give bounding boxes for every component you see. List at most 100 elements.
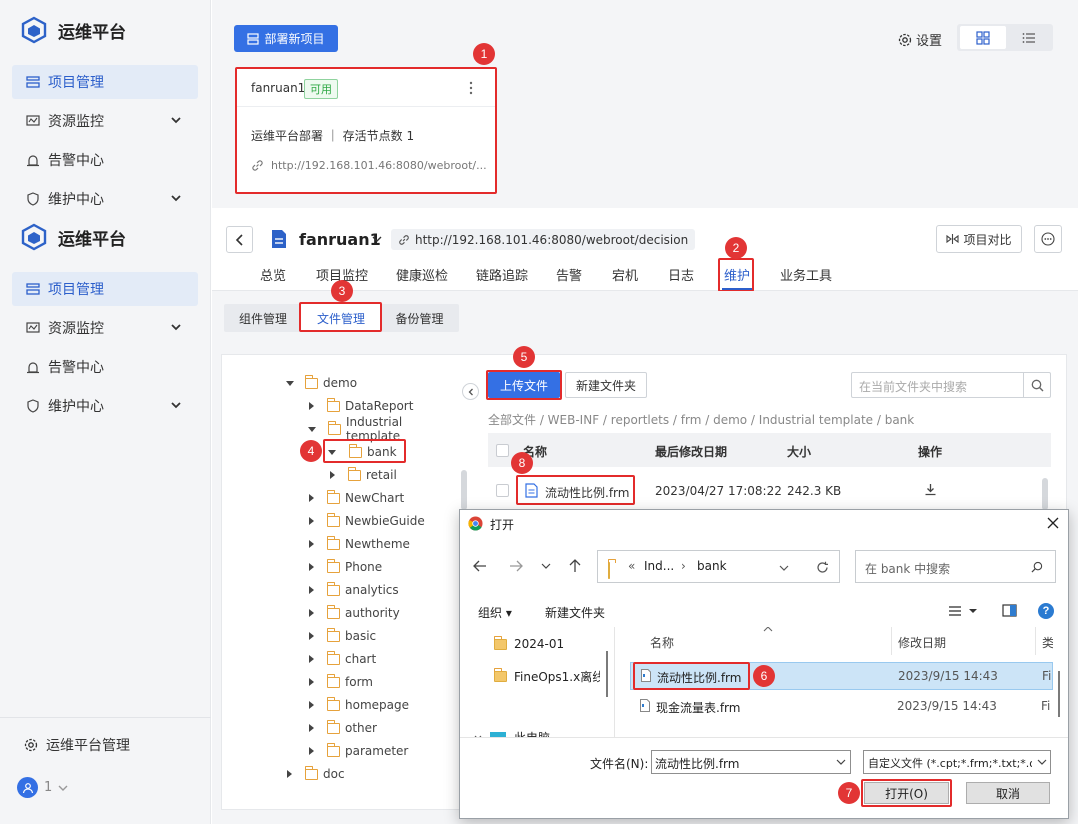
step-badge-3: 3	[331, 280, 353, 302]
dialog-search-input[interactable]: 在 bank 中搜索	[855, 550, 1056, 583]
tree-item[interactable]: DataReport	[309, 397, 413, 415]
project-switch-chevron-icon[interactable]	[372, 234, 382, 244]
file-search-input[interactable]: 在当前文件夹中搜索	[851, 372, 1051, 398]
file-list-scrollbar[interactable]	[1058, 671, 1060, 717]
nav-up-icon[interactable]	[569, 559, 581, 573]
tree-item[interactable]: parameter	[309, 742, 408, 760]
folder-icon	[327, 719, 340, 734]
sidebar-item-resources[interactable]: 资源监控	[12, 104, 198, 138]
compare-button[interactable]: 项目对比	[936, 225, 1022, 253]
nav-pane-item[interactable]: 2024-01	[494, 635, 564, 651]
dialog-search-placeholder: 在 bank 中搜索	[865, 562, 951, 576]
column-header-date[interactable]: 最后修改日期	[655, 443, 727, 460]
settings-label: 设置	[916, 34, 943, 49]
tab-health-check[interactable]: 健康巡检	[396, 265, 448, 284]
recent-chevron-icon[interactable]	[541, 563, 551, 570]
sidebar-item-alerts[interactable]: 告警中心	[12, 143, 198, 177]
grid-view-button[interactable]	[960, 26, 1006, 49]
tree-item[interactable]: chart	[309, 650, 376, 668]
new-folder-label: 新建文件夹	[575, 378, 636, 393]
app-name: 运维平台	[58, 22, 126, 43]
chevron-down-icon[interactable]	[170, 192, 182, 204]
tree-item[interactable]: Newtheme	[309, 535, 410, 553]
tab-trace[interactable]: 链路追踪	[476, 265, 528, 284]
tree-item[interactable]: homepage	[309, 696, 409, 714]
sidebar-item-resources[interactable]: 资源监控	[12, 311, 198, 345]
collapse-tree-button[interactable]	[462, 383, 479, 400]
more-actions-button[interactable]	[1034, 225, 1062, 253]
chevron-down-icon[interactable]	[170, 399, 182, 411]
breadcrumb[interactable]: 全部文件 / WEB-INF / reportlets / frm / demo…	[488, 411, 914, 428]
tab-overview[interactable]: 总览	[260, 265, 286, 284]
subtab-components[interactable]: 组件管理	[224, 304, 302, 332]
file-type-select[interactable]: 自定义文件 (*.cpt;*.frm;*.txt;*.o	[863, 750, 1051, 774]
search-button[interactable]	[1023, 373, 1051, 397]
column-header-size[interactable]: 大小	[787, 443, 811, 460]
refresh-icon[interactable]	[816, 561, 829, 574]
sidebar-item-projects[interactable]: 项目管理	[12, 65, 198, 99]
tree-item[interactable]: basic	[309, 627, 376, 645]
subtab-backups[interactable]: 备份管理	[380, 304, 459, 332]
tree-item[interactable]: NewbieGuide	[309, 512, 425, 530]
sidebar-item-maintenance[interactable]: 维护中心	[12, 389, 198, 423]
download-icon[interactable]	[924, 483, 937, 496]
sidebar-item-projects[interactable]: 项目管理	[12, 272, 198, 306]
dialog-file-row[interactable]: 现金流量表.frm 2023/9/15 14:43 Fi	[630, 693, 1053, 721]
list-scrollbar[interactable]	[1042, 478, 1048, 510]
tree-item[interactable]: doc	[287, 765, 345, 783]
dialog-column-name[interactable]: 名称	[650, 634, 674, 651]
caret-right-icon	[309, 678, 314, 686]
nav-back-icon[interactable]	[473, 560, 487, 572]
organize-menu[interactable]: 组织 ▾	[478, 604, 512, 621]
platform-admin-link[interactable]: 运维平台管理	[24, 735, 130, 755]
tree-item[interactable]: Industrial template	[308, 415, 460, 443]
nav-forward-icon[interactable]	[509, 560, 523, 572]
path-segment[interactable]: Ind...	[644, 559, 674, 573]
address-bar[interactable]: « Ind... › bank	[597, 550, 840, 583]
tree-scrollbar[interactable]	[461, 470, 467, 510]
tab-downtime[interactable]: 宕机	[612, 265, 638, 284]
alarm-icon	[26, 153, 40, 167]
dialog-file-date: 2023/9/15 14:43	[897, 699, 997, 713]
tree-item[interactable]: retail	[330, 466, 397, 484]
tree-item[interactable]: Phone	[309, 558, 382, 576]
back-button[interactable]	[226, 226, 253, 253]
path-segment[interactable]: bank	[697, 559, 727, 573]
help-icon[interactable]: ?	[1038, 603, 1054, 619]
chevron-down-icon[interactable]	[836, 759, 846, 766]
chevron-down-icon[interactable]	[170, 321, 182, 333]
caret-right-icon	[309, 747, 314, 755]
tree-item[interactable]: authority	[309, 604, 400, 622]
nav-pane-scrollbar[interactable]	[606, 651, 608, 697]
dialog-column-type[interactable]: 类	[1042, 634, 1053, 651]
user-menu[interactable]: 1	[17, 777, 68, 798]
deploy-project-button[interactable]: 部署新项目	[234, 25, 338, 52]
cancel-button[interactable]: 取消	[966, 782, 1050, 804]
row-checkbox[interactable]	[496, 484, 509, 497]
select-all-checkbox[interactable]	[496, 444, 509, 457]
address-dropdown-icon[interactable]	[779, 565, 789, 572]
tree-item[interactable]: other	[309, 719, 377, 737]
tab-business-tools[interactable]: 业务工具	[780, 265, 832, 284]
close-icon[interactable]	[1047, 517, 1059, 529]
step-badge-6: 6	[753, 665, 775, 687]
project-url-pill[interactable]: http://192.168.101.46:8080/webroot/decis…	[391, 229, 696, 250]
filename-input[interactable]: 流动性比例.frm	[651, 750, 851, 774]
tab-alerts[interactable]: 告警	[556, 265, 582, 284]
tree-item[interactable]: demo	[286, 374, 357, 392]
chevron-down-icon[interactable]	[170, 114, 182, 126]
tree-item[interactable]: analytics	[309, 581, 399, 599]
list-view-button[interactable]	[1008, 26, 1050, 49]
dialog-new-folder-button[interactable]: 新建文件夹	[545, 604, 605, 621]
view-menu-icon[interactable]	[948, 605, 978, 617]
nav-pane-item[interactable]: FineOps1.x离线	[494, 668, 600, 685]
tab-logs[interactable]: 日志	[668, 265, 694, 284]
preview-pane-icon[interactable]	[1002, 604, 1017, 617]
tree-item[interactable]: form	[309, 673, 373, 691]
nav-pane-item[interactable]: 此电脑	[474, 729, 550, 737]
tree-item[interactable]: NewChart	[309, 489, 404, 507]
sidebar-item-alerts[interactable]: 告警中心	[12, 350, 198, 384]
dialog-column-date[interactable]: 修改日期	[898, 634, 946, 651]
settings-button[interactable]: 设置	[898, 30, 942, 49]
new-folder-button[interactable]: 新建文件夹	[565, 372, 647, 398]
